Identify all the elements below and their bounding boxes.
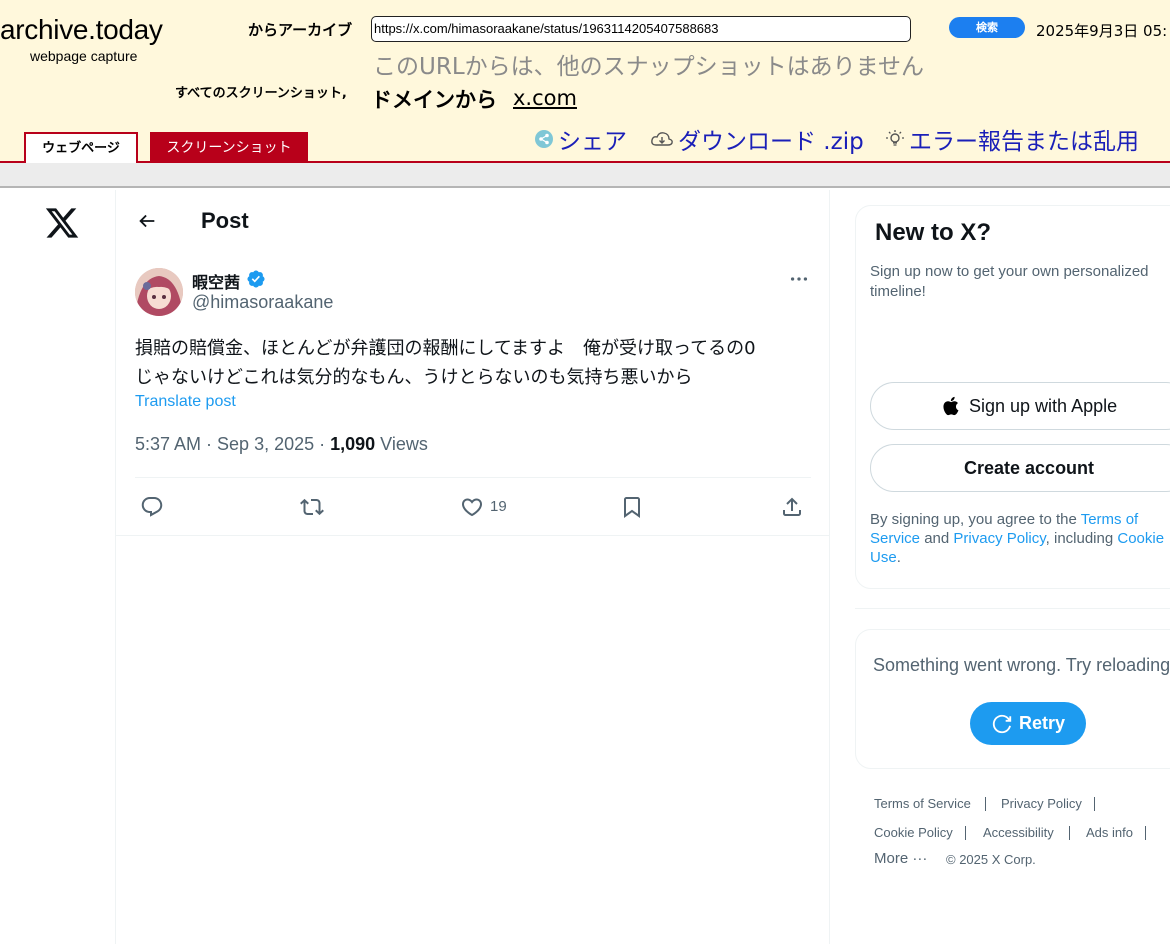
- post-timestamp[interactable]: 5:37 AM · Sep 3, 2025 ·: [135, 434, 330, 454]
- upload-icon: [783, 497, 801, 516]
- left-column-border: [115, 190, 116, 944]
- back-arrow-icon[interactable]: [136, 210, 158, 232]
- download-link[interactable]: ダウンロード .zip: [650, 122, 864, 156]
- lightbulb-icon: [886, 130, 904, 146]
- author-name[interactable]: 暇空茜: [192, 269, 240, 293]
- like-button[interactable]: [460, 494, 486, 520]
- repost-icon: [300, 498, 324, 516]
- cloud-download-icon: [651, 132, 673, 146]
- divider: [135, 477, 811, 478]
- bookmark-icon: [624, 497, 640, 518]
- domain-link[interactable]: x.com: [513, 86, 577, 110]
- divider: [855, 608, 1170, 609]
- footer-ads-link[interactable]: Ads info: [1086, 825, 1133, 840]
- translate-post-link[interactable]: Translate post: [135, 393, 236, 411]
- sign-up-apple-button[interactable]: Sign up with Apple: [870, 382, 1170, 430]
- footer-separator: [1094, 797, 1095, 811]
- footer-copyright: © 2025 X Corp.: [946, 852, 1036, 867]
- footer-separator: [1069, 826, 1070, 840]
- signup-subtitle: Sign up now to get your own personalized…: [870, 263, 1149, 300]
- sign-up-apple-label: Sign up with Apple: [969, 395, 1118, 416]
- retry-label: Retry: [1018, 713, 1066, 733]
- like-count: 19: [490, 498, 507, 515]
- share-label: シェア: [558, 129, 627, 155]
- terms-text: .: [896, 549, 901, 566]
- tab-webpage[interactable]: ウェブページ: [24, 132, 138, 163]
- page-title: Post: [201, 208, 249, 233]
- share-icon: [535, 130, 553, 148]
- author-handle[interactable]: @himasoraakane: [192, 292, 333, 313]
- retry-button[interactable]: Retry: [970, 702, 1086, 745]
- post-meta: 5:37 AM · Sep 3, 2025 · 1,090 Views: [135, 434, 428, 455]
- archive-search-button[interactable]: 検索: [949, 17, 1025, 38]
- archive-divider-strip: [0, 163, 1170, 188]
- footer-separator: [985, 797, 986, 811]
- archive-logo[interactable]: archive.today: [0, 14, 163, 46]
- signup-terms: By signing up, you agree to the Terms of…: [870, 510, 1170, 567]
- footer-accessibility-link[interactable]: Accessibility: [983, 825, 1054, 840]
- footer-more-link[interactable]: More ···: [874, 850, 927, 867]
- reply-button[interactable]: [140, 494, 166, 520]
- terms-text: By signing up, you agree to the: [870, 511, 1081, 528]
- views-count: 1,090: [330, 434, 376, 454]
- avatar[interactable]: [135, 268, 183, 316]
- archive-from-label: からアーカイブ: [248, 21, 353, 39]
- footer-privacy-link[interactable]: Privacy Policy: [1001, 796, 1082, 811]
- terms-text: and: [920, 530, 954, 547]
- archive-subtitle: webpage capture: [30, 48, 138, 64]
- privacy-link[interactable]: Privacy Policy: [953, 530, 1045, 547]
- main-column-border: [829, 190, 830, 944]
- footer-terms-link[interactable]: Terms of Service: [874, 796, 971, 811]
- footer-separator: [1145, 826, 1146, 840]
- error-card: [855, 629, 1170, 769]
- more-options-icon[interactable]: [788, 268, 810, 290]
- divider: [115, 535, 829, 536]
- archive-date: 2025年9月3日 05:: [1036, 22, 1168, 40]
- refresh-icon: [992, 714, 1012, 733]
- report-label: エラー報告または乱用: [909, 129, 1139, 155]
- error-message: Something went wrong. Try reloading.: [873, 655, 1170, 675]
- bookmark-button[interactable]: [620, 494, 646, 520]
- tab-screenshot[interactable]: スクリーンショット: [150, 132, 308, 161]
- share-button[interactable]: [780, 494, 806, 520]
- heart-icon: [461, 498, 483, 517]
- report-link[interactable]: エラー報告または乱用: [885, 122, 1139, 156]
- reply-icon: [141, 497, 163, 517]
- share-link[interactable]: シェア: [534, 122, 627, 156]
- verified-badge-icon: [247, 270, 265, 288]
- terms-text: , including: [1045, 530, 1118, 547]
- archive-url-input[interactable]: https://x.com/himasoraakane/status/19631…: [371, 16, 911, 42]
- views-label: Views: [375, 434, 428, 454]
- domain-prefix: ドメインから: [371, 88, 497, 112]
- footer-cookie-link[interactable]: Cookie Policy: [874, 825, 953, 840]
- post-text: 損賠の賠償金、ほとんどが弁護団の報酬にしてますよ 俺が受け取ってるの0 じゃない…: [135, 334, 815, 392]
- create-account-button[interactable]: Create account: [870, 444, 1170, 492]
- archive-header: archive.today webpage capture からアーカイブ ht…: [0, 0, 1170, 163]
- post-text-line: 損賠の賠償金、ほとんどが弁護団の報酬にしてますよ 俺が受け取ってるの0: [135, 338, 756, 359]
- footer-separator: [965, 826, 966, 840]
- post-text-line: じゃないけどこれは気分的なもん、うけとらないのも気持ち悪いから: [135, 367, 693, 388]
- all-screenshots-label: すべてのスクリーンショット,: [175, 86, 347, 101]
- apple-icon: [943, 396, 959, 416]
- signup-title: New to X?: [875, 219, 992, 246]
- x-logo-icon[interactable]: [44, 205, 80, 241]
- download-label: ダウンロード .zip: [678, 129, 864, 155]
- no-snapshots-text: このURLからは、他のスナップショットはありません: [373, 54, 924, 80]
- repost-button[interactable]: [300, 494, 326, 520]
